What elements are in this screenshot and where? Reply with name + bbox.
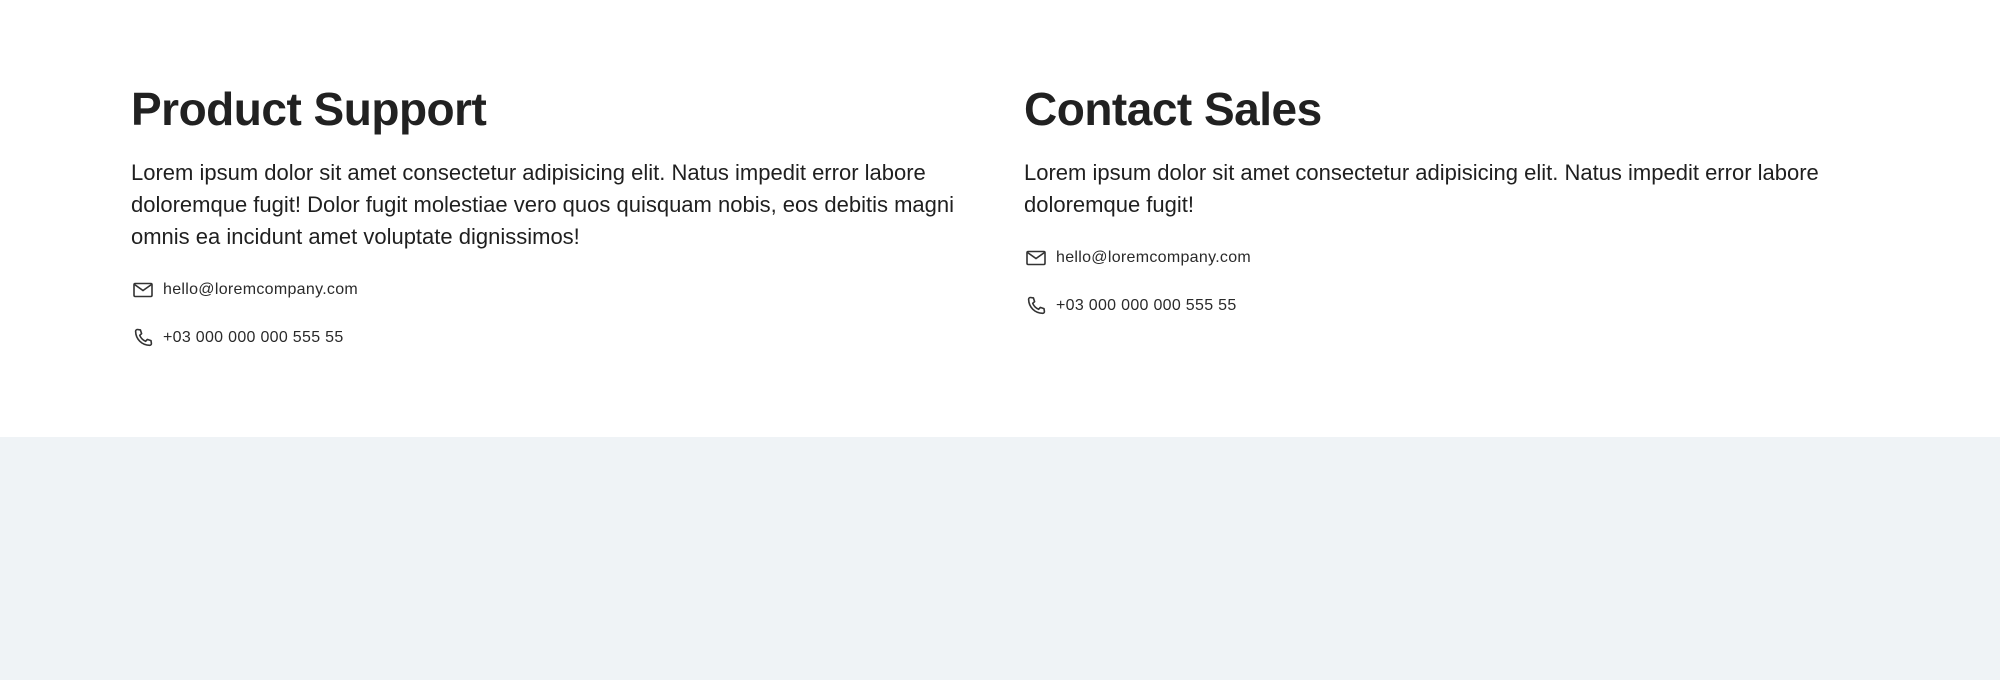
product-support-email-link[interactable]: hello@loremcompany.com (131, 277, 358, 303)
footer-background (0, 437, 2000, 680)
product-support-title: Product Support (131, 83, 487, 135)
product-support-email-text: hello@loremcompany.com (163, 281, 359, 298)
contact-sales-description: Lorem ipsum dolor sit amet consectetur a… (1024, 160, 1819, 217)
contact-section: Product Support Lorem ipsum dolor sit am… (0, 0, 2000, 437)
phone-icon (1024, 294, 1048, 318)
contact-sales-phone-text: +03 000 000 000 555 55 (1056, 297, 1237, 314)
product-support-phone-link[interactable]: +03 000 000 000 555 55 (131, 325, 344, 351)
product-support-phone-text: +03 000 000 000 555 55 (163, 329, 344, 346)
product-support-description: Lorem ipsum dolor sit amet consectetur a… (131, 160, 955, 249)
contact-sales-email-link[interactable]: hello@loremcompany.com (1024, 245, 1251, 271)
contact-sales-email-text: hello@loremcompany.com (1056, 249, 1252, 266)
mail-icon (131, 278, 155, 302)
phone-icon (131, 326, 155, 350)
mail-icon (1024, 246, 1048, 270)
contact-sales-title: Contact Sales (1024, 83, 1322, 135)
contact-sales-phone-link[interactable]: +03 000 000 000 555 55 (1024, 293, 1237, 319)
